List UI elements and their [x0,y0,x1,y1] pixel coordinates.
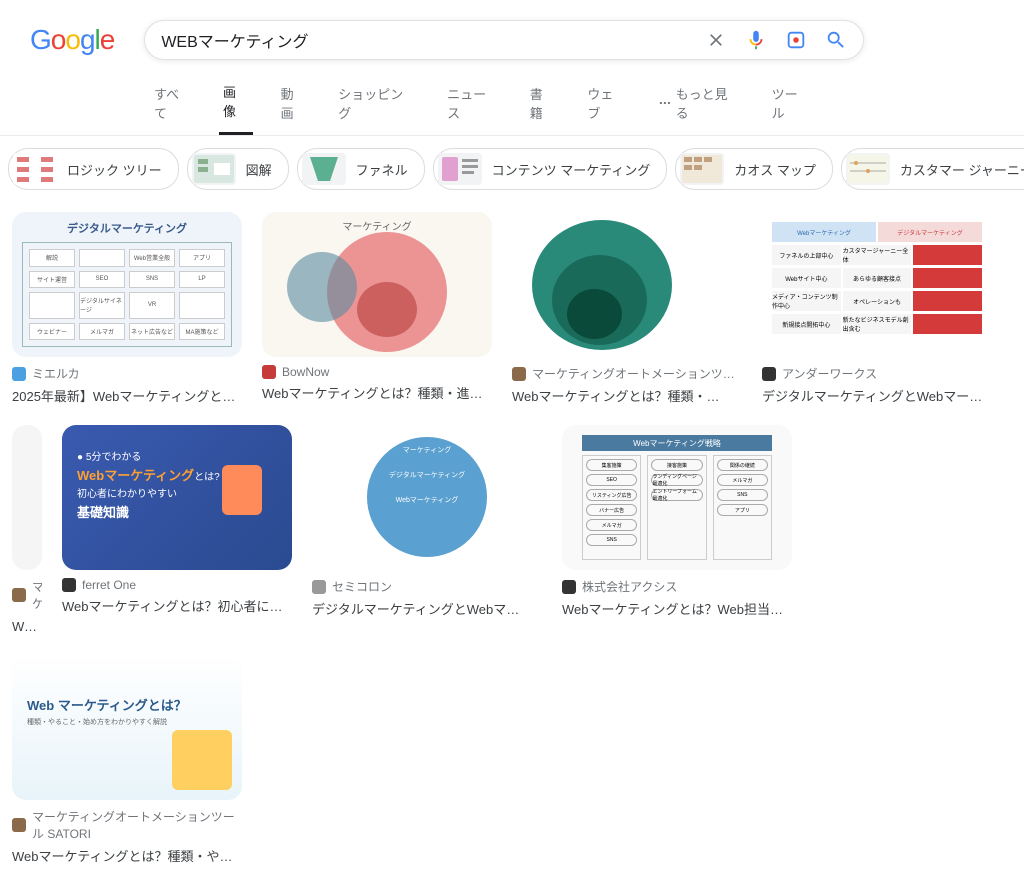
result-title: Webマーケティングとは？種類・やること… [12,846,242,865]
result-source: マーケティングオートメーションツール SATORI [32,808,242,842]
tab-books[interactable]: 書籍 [526,72,560,134]
result-title: Webマーケティングとは？Web担当者にな… [562,599,792,618]
chip-customer-journey[interactable]: カスタマー ジャーニー [841,148,1024,190]
result-thumbnail: ● 5分でわかるWebマーケティングとは?初心者にわかりやすい基礎知識 [62,425,292,570]
search-tabs: すべて 画像 動画 ショッピング ニュース 書籍 ウェブ もっと見る ツール [0,70,1024,136]
favicon-icon [62,578,76,592]
chip-content-marketing[interactable]: コンテンツ マーケティング [433,148,668,190]
chip-thumb-icon [192,153,236,185]
result-title: Webマーケティングとは？初心者にわかり… [62,596,292,615]
clear-icon[interactable] [705,29,727,51]
search-bar [144,20,864,60]
favicon-icon [562,580,576,594]
result-source: アンダーワークス [782,365,877,382]
search-input[interactable] [161,31,705,49]
favicon-icon [12,818,26,832]
tools-button[interactable]: ツール [768,72,814,134]
result-title: Webマー… [12,616,42,635]
tab-videos[interactable]: 動画 [277,72,311,134]
chip-label: ロジック ツリー [67,160,162,179]
result-thumbnail [12,425,42,570]
result-card[interactable]: BowNow Webマーケティングとは？種類・進… [262,212,492,405]
chip-chaos-map[interactable]: カオス マップ [675,148,833,190]
result-thumbnail: Webマーケティングデジタルマーケティング ファネルの上部中心カスタマージャーニ… [762,212,992,357]
chip-label: ファネル [356,160,408,179]
result-card[interactable]: マーケ… Webマー… [12,425,42,635]
result-card[interactable]: マーケティングオートメーションツ… Webマーケティングとは？種類・… [512,212,742,405]
result-card[interactable]: Web マーケティングとは？ 種類・やること・始め方をわかりやすく解説 マーケテ… [12,655,242,865]
more-menu[interactable]: もっと見る [654,72,744,134]
chip-thumb-icon [680,153,724,185]
chip-label: コンテンツ マーケティング [492,160,651,179]
favicon-icon [12,588,26,602]
tab-all[interactable]: すべて [150,72,195,134]
result-thumbnail: Webマーケティング戦略 集客施策SEOリスティング広告バナー広告メルマガSNS… [562,425,792,570]
chip-thumb-icon [846,153,890,185]
chip-thumb-icon [13,153,57,185]
result-source: BowNow [282,365,329,379]
result-thumbnail: マーケティングデジタルマーケティングWebマーケティング [312,425,542,570]
result-card[interactable]: Webマーケティング戦略 集客施策SEOリスティング広告バナー広告メルマガSNS… [562,425,792,635]
tab-news[interactable]: ニュース [443,72,502,134]
result-source: セミコロン [332,578,392,595]
result-card[interactable]: マーケティングデジタルマーケティングWebマーケティング セミコロン デジタルマ… [312,425,542,635]
chip-thumb-icon [302,153,346,185]
result-source: ミエルカ [32,365,80,382]
favicon-icon [312,580,326,594]
favicon-icon [262,365,276,379]
result-thumbnail: Web マーケティングとは？ 種類・やること・始め方をわかりやすく解説 [12,655,242,800]
favicon-icon [12,367,26,381]
result-source: マーケティングオートメーションツ… [532,365,735,382]
chip-label: カオス マップ [734,160,816,179]
search-icon[interactable] [825,29,847,51]
chip-label: カスタマー ジャーニー [900,160,1024,179]
result-card[interactable]: Webマーケティングデジタルマーケティング ファネルの上部中心カスタマージャーニ… [762,212,992,405]
result-source: ferret One [82,578,136,592]
chip-label: 図解 [246,160,272,179]
image-results: 解説Web営業全般アプリサイト運営SEOSNSLPデジタルサイネージVRウェビナ… [0,202,1024,875]
more-label: もっと見る [676,84,740,122]
result-source: 株式会社アクシス [582,578,677,595]
favicon-icon [762,367,776,381]
result-title: Webマーケティングとは？種類・進… [262,383,492,402]
google-logo[interactable]: Google [30,24,114,56]
result-thumbnail [512,212,742,357]
chip-diagram[interactable]: 図解 [187,148,289,190]
tab-web[interactable]: ウェブ [583,72,629,134]
chip-thumb-icon [438,153,482,185]
tab-images[interactable]: 画像 [219,70,253,135]
result-title: Webマーケティングとは？種類・… [512,386,742,405]
result-title: デジタルマーケティングとWebマーケティ… [762,386,992,405]
favicon-icon [512,367,526,381]
lens-search-icon[interactable] [785,29,807,51]
result-card[interactable]: ● 5分でわかるWebマーケティングとは?初心者にわかりやすい基礎知識 ferr… [62,425,292,635]
chip-logic-tree[interactable]: ロジック ツリー [8,148,179,190]
result-source: マーケ… [32,578,42,612]
result-card[interactable]: 解説Web営業全般アプリサイト運営SEOSNSLPデジタルサイネージVRウェビナ… [12,212,242,405]
result-thumbnail [262,212,492,357]
filter-chips: ロジック ツリー 図解 ファネル コンテンツ マーケティング カオス マップ カ… [0,136,1024,202]
chip-funnel[interactable]: ファネル [297,148,425,190]
result-title: 2025年最新】Webマーケティングとは… [12,386,242,405]
result-thumbnail: 解説Web営業全般アプリサイト運営SEOSNSLPデジタルサイネージVRウェビナ… [12,212,242,357]
voice-search-icon[interactable] [745,29,767,51]
result-title: デジタルマーケティングとWebマ… [312,599,542,618]
tab-shopping[interactable]: ショッピング [334,72,419,134]
